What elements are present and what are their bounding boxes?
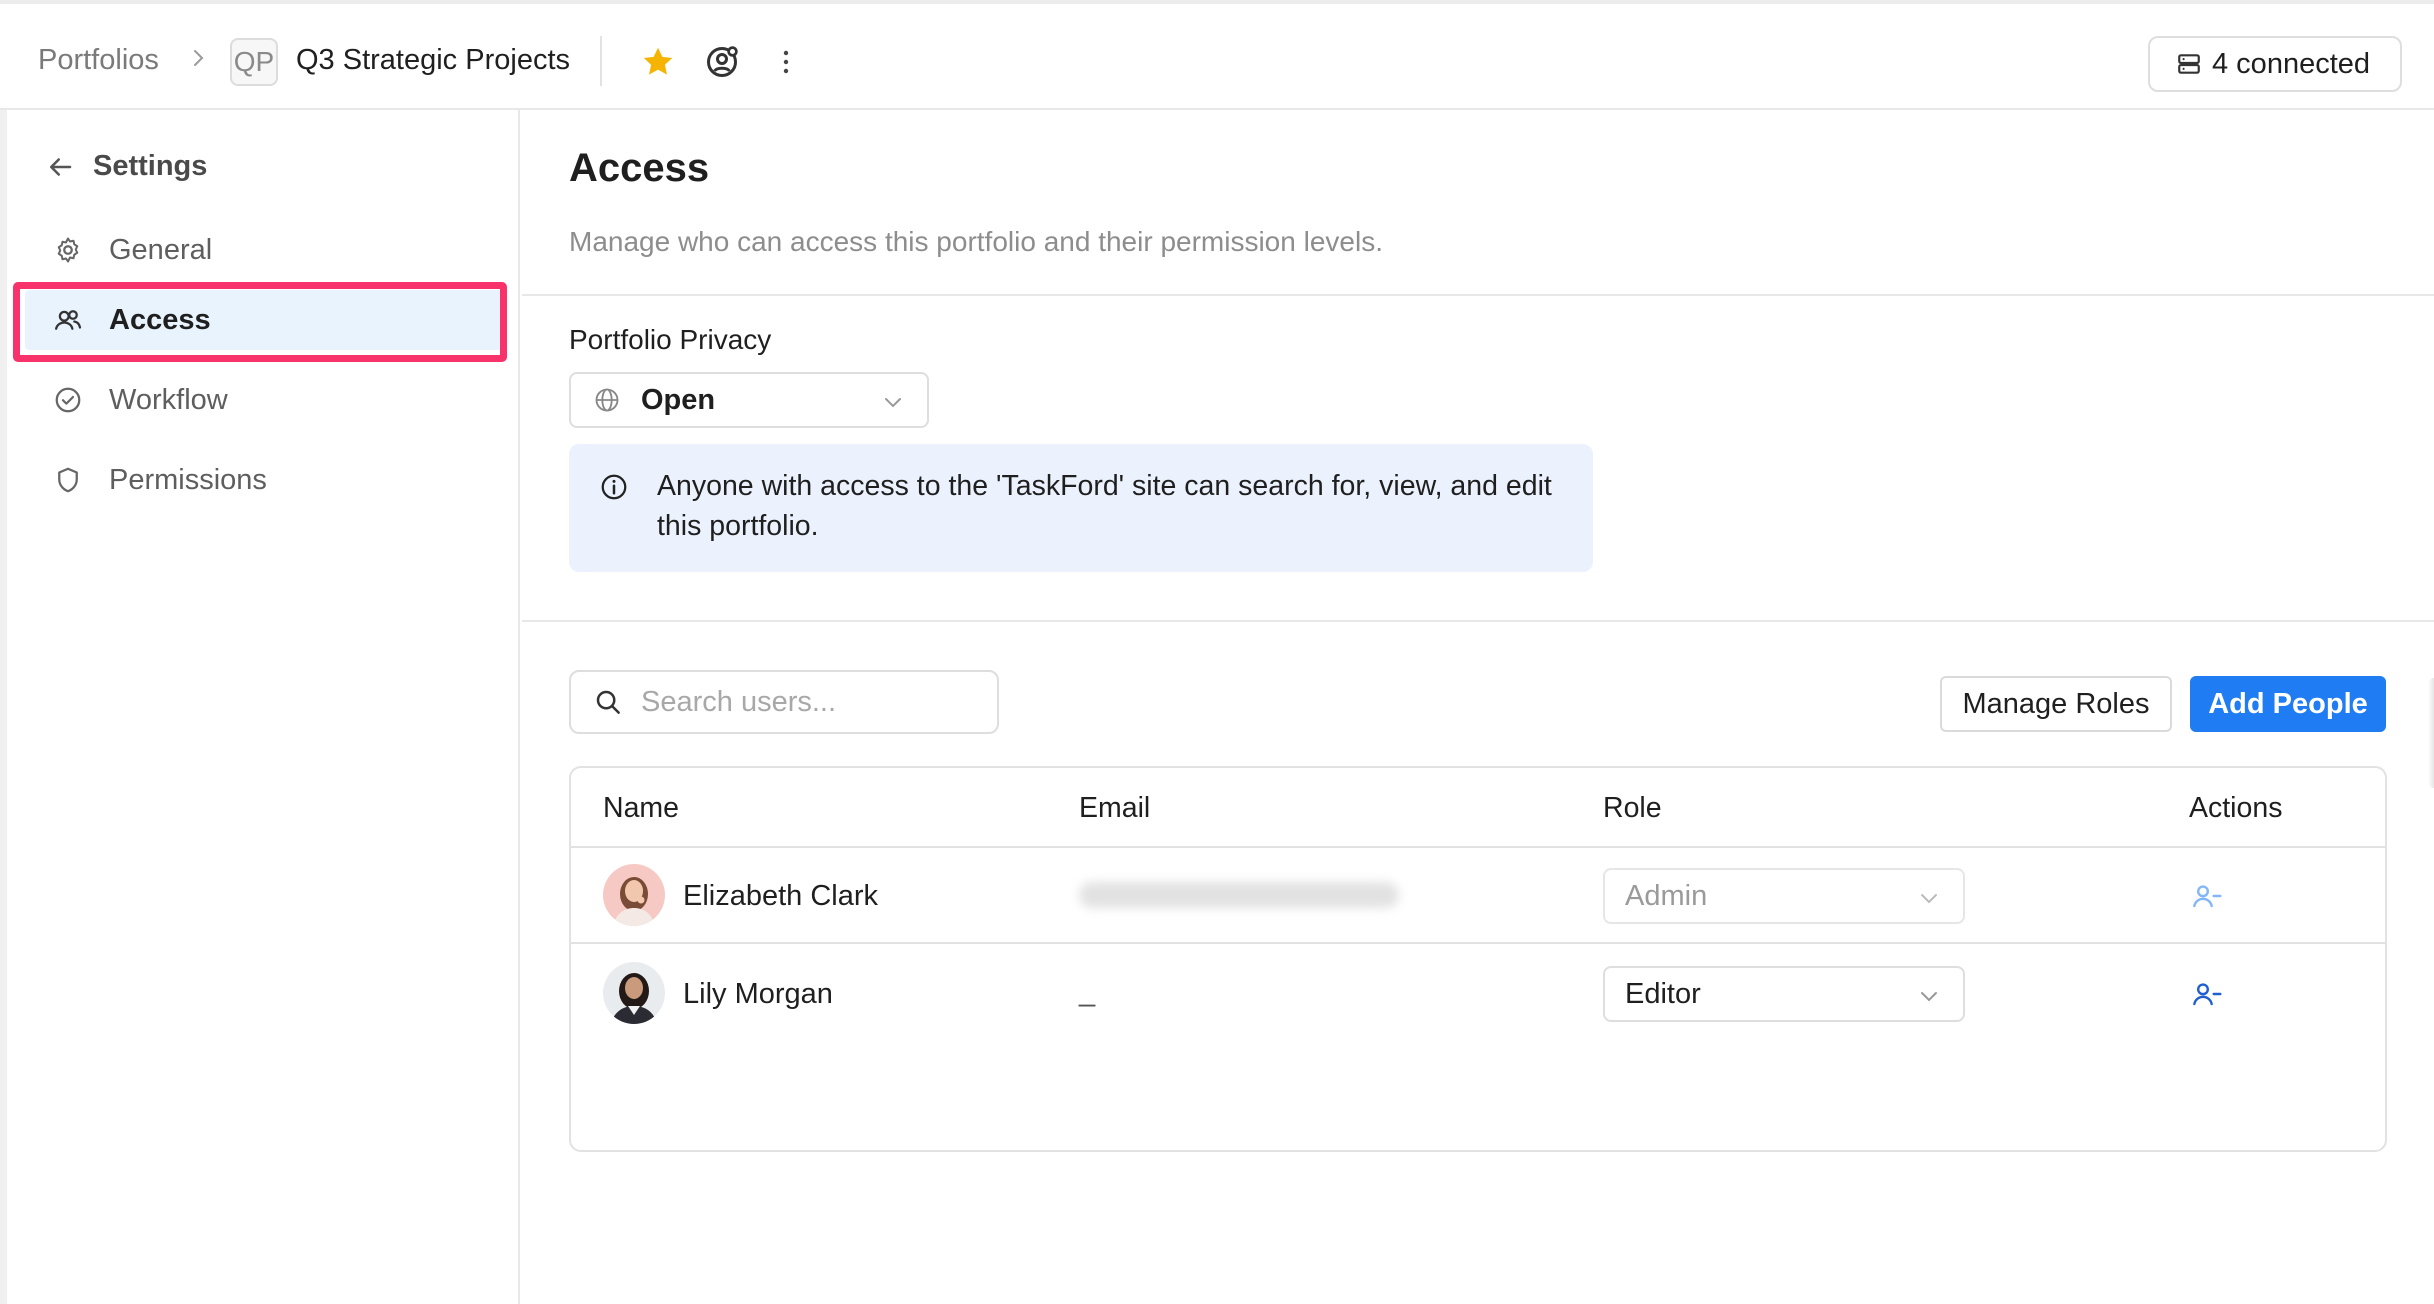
project-title[interactable]: Q3 Strategic Projects bbox=[296, 44, 570, 77]
remove-user-icon[interactable] bbox=[2191, 880, 2223, 912]
avatar bbox=[603, 864, 665, 926]
window-left-edge bbox=[0, 0, 7, 1304]
user-email: _ bbox=[1079, 976, 1096, 1008]
role-value: Editor bbox=[1625, 977, 1701, 1010]
gear-icon bbox=[57, 237, 79, 263]
users-icon bbox=[55, 310, 82, 330]
sidebar-item-workflow[interactable]: Workflow bbox=[25, 370, 503, 430]
privacy-select[interactable]: Open bbox=[569, 372, 929, 428]
role-select[interactable]: Editor bbox=[1603, 966, 1965, 1022]
avatar bbox=[603, 962, 665, 1024]
sidebar-item-label: Permissions bbox=[109, 463, 267, 496]
search-users-input[interactable] bbox=[641, 685, 961, 719]
sidebar-item-label: Access bbox=[109, 303, 211, 336]
breadcrumb-portfolios[interactable]: Portfolios bbox=[38, 44, 159, 77]
connected-label: 4 connected bbox=[2212, 47, 2371, 80]
scroll-edge-shadow bbox=[2428, 678, 2434, 788]
remove-user-icon[interactable] bbox=[2191, 978, 2223, 1010]
chevron-down-icon bbox=[1921, 894, 1937, 904]
column-header-actions: Actions bbox=[2189, 792, 2283, 824]
top-bar: Portfolios QP Q3 Strategic Projects 4 co… bbox=[0, 0, 2434, 110]
main-content: Access Manage who can access this portfo… bbox=[522, 110, 2434, 1304]
sidebar-item-label: Workflow bbox=[109, 383, 228, 416]
arrow-left-icon bbox=[50, 157, 72, 176]
role-select: Admin bbox=[1603, 868, 1965, 924]
settings-sidebar: Settings General Access Workflow Permiss… bbox=[7, 110, 520, 1304]
table-row: Lily Morgan _ Editor bbox=[571, 946, 2385, 1042]
page-subtitle: Manage who can access this portfolio and… bbox=[569, 226, 1383, 257]
page-title: Access bbox=[569, 146, 710, 190]
star-icon[interactable] bbox=[640, 44, 676, 80]
settings-back-link[interactable]: Settings bbox=[45, 150, 207, 183]
section-divider bbox=[522, 294, 2434, 296]
user-email-redacted bbox=[1079, 882, 1399, 908]
check-circle-icon bbox=[55, 387, 81, 413]
user-name: Elizabeth Clark bbox=[683, 880, 879, 912]
shield-icon bbox=[58, 467, 78, 493]
column-header-name: Name bbox=[603, 792, 680, 824]
more-vertical-icon[interactable] bbox=[772, 44, 800, 80]
privacy-selected-value: Open bbox=[641, 383, 716, 416]
chevron-down-icon bbox=[885, 398, 901, 408]
role-value: Admin bbox=[1625, 879, 1708, 912]
sidebar-item-access[interactable]: Access bbox=[25, 290, 503, 350]
privacy-label: Portfolio Privacy bbox=[569, 324, 772, 355]
column-header-role: Role bbox=[1603, 792, 1662, 824]
project-badge: QP bbox=[230, 38, 278, 86]
table-row: Elizabeth Clark Admin bbox=[571, 848, 2385, 944]
chevron-down-icon bbox=[1921, 992, 1937, 1002]
sidebar-item-permissions[interactable]: Permissions bbox=[25, 450, 503, 510]
manage-roles-button[interactable]: Manage Roles bbox=[1940, 676, 2172, 732]
chevron-right-icon bbox=[194, 50, 204, 66]
sidebar-item-general[interactable]: General bbox=[25, 220, 503, 280]
search-users-box[interactable] bbox=[569, 670, 999, 734]
sidebar-item-label: General bbox=[109, 233, 213, 266]
user-name: Lily Morgan bbox=[683, 978, 833, 1010]
search-icon bbox=[596, 690, 620, 714]
server-icon bbox=[2178, 54, 2200, 74]
target-user-icon[interactable] bbox=[704, 44, 740, 80]
table-header: Name Email Role Actions bbox=[571, 768, 2385, 848]
info-icon bbox=[601, 474, 627, 500]
members-table: Name Email Role Actions Elizabeth Clark … bbox=[569, 766, 2387, 1152]
section-divider bbox=[522, 620, 2434, 622]
connected-button[interactable]: 4 connected bbox=[2148, 36, 2402, 92]
column-header-email: Email bbox=[1079, 792, 1151, 824]
settings-back-label: Settings bbox=[93, 150, 208, 182]
privacy-info-box: Anyone with access to the 'TaskFord' sit… bbox=[569, 444, 1593, 572]
add-people-button[interactable]: Add People bbox=[2190, 676, 2386, 732]
globe-icon bbox=[595, 388, 619, 412]
privacy-info-text: Anyone with access to the 'TaskFord' sit… bbox=[657, 470, 1552, 542]
title-divider bbox=[600, 36, 602, 86]
